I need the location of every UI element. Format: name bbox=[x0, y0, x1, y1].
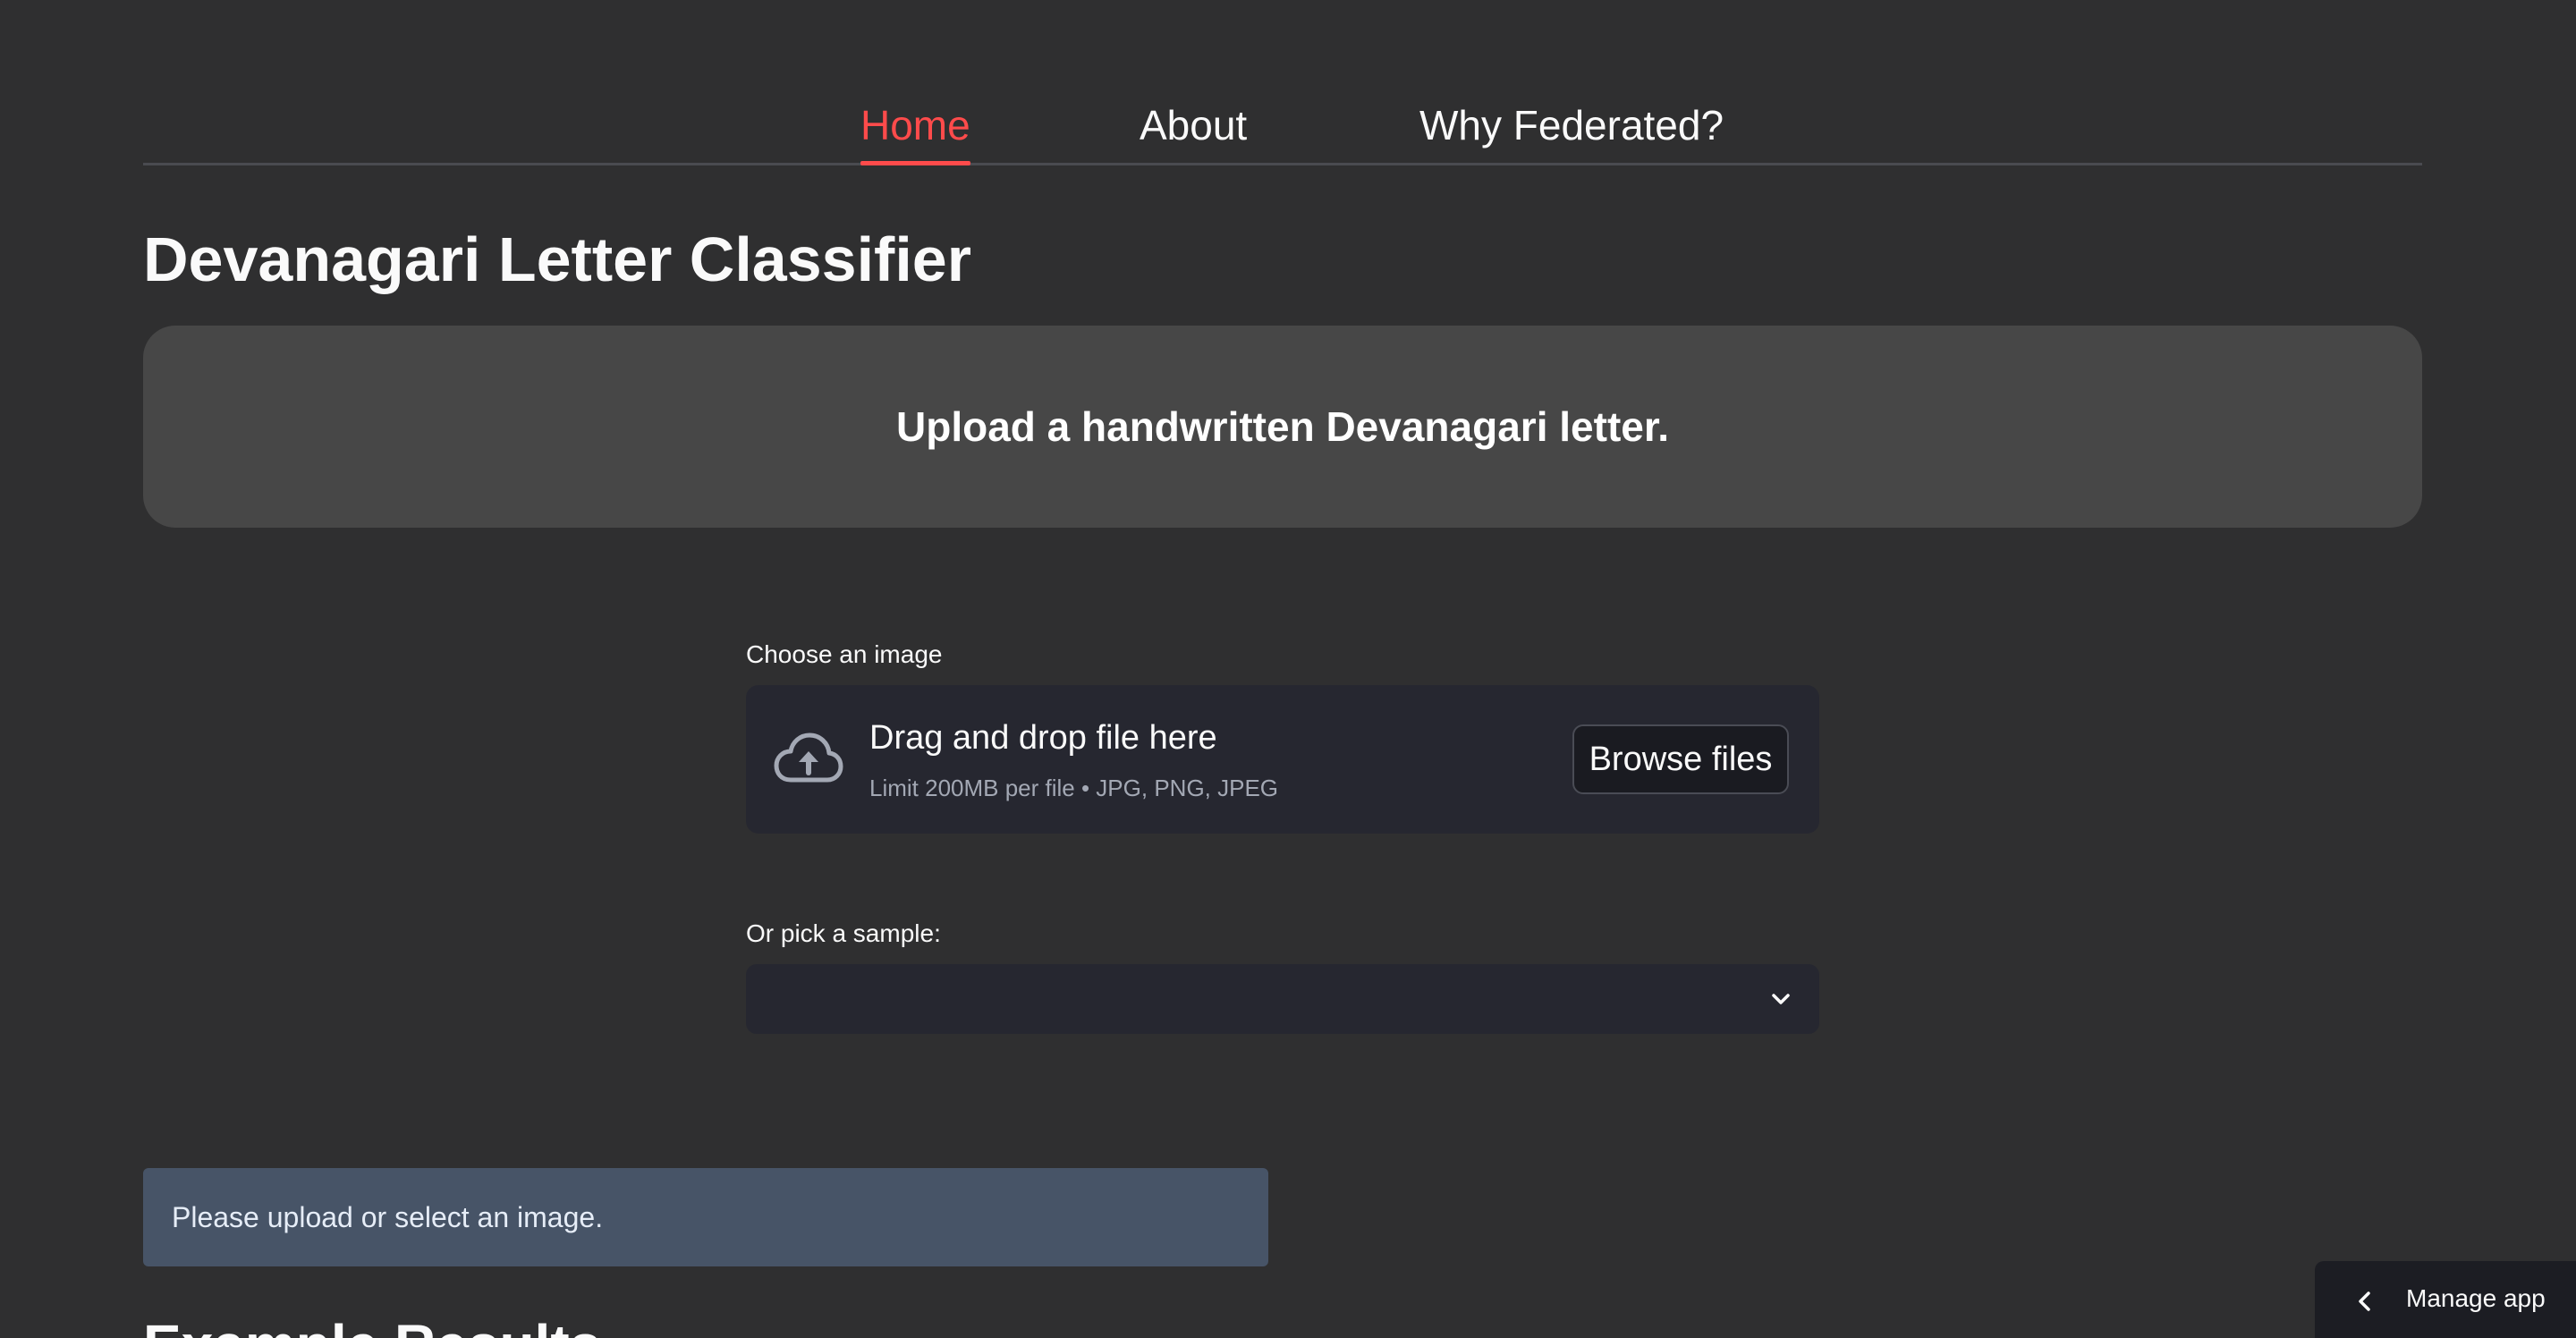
chevron-left-icon bbox=[2359, 1291, 2370, 1311]
dropzone-limit-text: Limit 200MB per file • JPG, PNG, JPEG bbox=[869, 775, 1279, 801]
manage-app-button[interactable]: Manage app bbox=[2315, 1261, 2576, 1338]
chevron-down-icon bbox=[1772, 994, 1790, 1004]
example-results-heading: Example Results bbox=[143, 1309, 601, 1338]
browse-files-button[interactable]: Browse files bbox=[1572, 724, 1789, 794]
instruction-banner: Upload a handwritten Devanagari letter. bbox=[143, 326, 2422, 528]
file-dropzone[interactable]: Drag and drop file here Limit 200MB per … bbox=[746, 685, 1819, 834]
tab-why-federated[interactable]: Why Federated? bbox=[1419, 89, 1724, 163]
alert-text: Please upload or select an image. bbox=[172, 1200, 604, 1233]
sample-select[interactable] bbox=[746, 964, 1819, 1034]
dropzone-instructions: Drag and drop file here bbox=[869, 719, 1217, 757]
tab-about[interactable]: About bbox=[1140, 89, 1247, 163]
file-uploader-label: Choose an image bbox=[746, 640, 943, 668]
tab-bar: Home About Why Federated? bbox=[143, 89, 2422, 165]
tab-home[interactable]: Home bbox=[860, 89, 970, 165]
page-title: Devanagari Letter Classifier bbox=[143, 224, 971, 294]
manage-app-label: Manage app bbox=[2406, 1284, 2546, 1312]
banner-text: Upload a handwritten Devanagari letter. bbox=[896, 403, 1669, 450]
cloud-upload-icon bbox=[774, 733, 843, 783]
sample-select-label: Or pick a sample: bbox=[746, 919, 941, 947]
app-page: Home About Why Federated? Devanagari Let… bbox=[0, 0, 2576, 1338]
info-alert: Please upload or select an image. bbox=[143, 1168, 1268, 1266]
